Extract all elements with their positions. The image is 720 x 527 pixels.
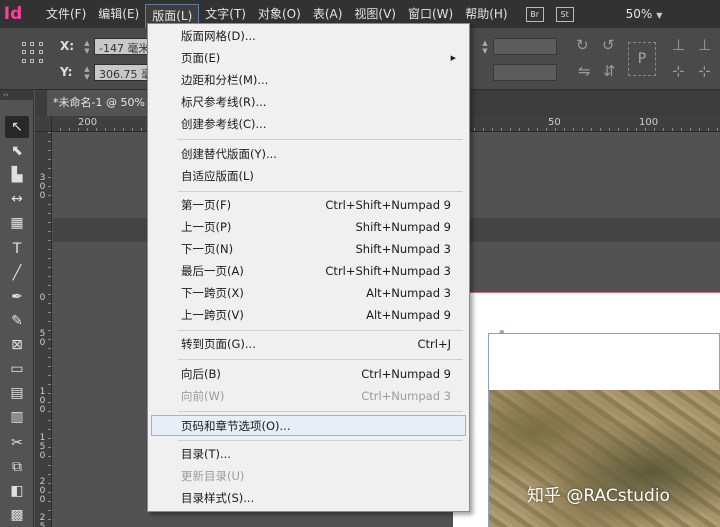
page-tool-icon[interactable]: ▙: [5, 164, 29, 186]
menu-item-ruler-guides[interactable]: 标尺参考线(R)...: [151, 92, 466, 113]
menu-item-go-to-page[interactable]: 转到页面(G)... Ctrl+J: [151, 334, 466, 355]
submenu-arrow-icon: ▶: [450, 54, 456, 62]
document-tab[interactable]: *未命名-1 @ 50%: [47, 90, 157, 116]
menu-item-first-page[interactable]: 第一页(F) Ctrl+Shift+Numpad 9: [151, 195, 466, 216]
menu-item-toc-styles[interactable]: 目录样式(S)...: [151, 488, 466, 509]
ruler-tick-label: 100: [39, 387, 46, 415]
align-center-icon[interactable]: ⊥: [698, 36, 711, 54]
menu-item-update-toc[interactable]: 更新目录(U): [151, 466, 466, 487]
collapse-icon[interactable]: ››: [0, 90, 34, 100]
line-tool-icon[interactable]: ╱: [5, 262, 29, 284]
menu-item-go-back[interactable]: 向后(B) Ctrl+Numpad 9: [151, 364, 466, 385]
zoom-value: 50%: [625, 7, 653, 21]
vertical-ruler[interactable]: 300 0 50 100 150 200 250: [35, 132, 52, 527]
reference-point-icon[interactable]: [22, 42, 44, 64]
direct-selection-tool-icon[interactable]: ⬉: [5, 140, 29, 162]
menu-item-next-spread[interactable]: 下一跨页(X) Alt+Numpad 3: [151, 283, 466, 304]
menu-item-layout-grid[interactable]: 版面网格(D)...: [151, 26, 466, 47]
menu-separator: [178, 330, 463, 331]
menu-separator: [178, 139, 463, 140]
menu-edit[interactable]: 编辑(E): [92, 0, 145, 28]
watermark: 知乎 @RACstudio: [527, 486, 670, 506]
type-tool-icon[interactable]: T: [5, 238, 29, 260]
ruler-tick-label: 100: [639, 117, 659, 128]
menu-item-liquid-layout[interactable]: 自适应版面(L): [151, 166, 466, 187]
ruler-tick-label: 200: [39, 477, 46, 505]
gradient-tool-icon[interactable]: ◧: [5, 480, 29, 502]
menu-item-margins-columns[interactable]: 边距和分栏(M)...: [151, 70, 466, 91]
link-icon[interactable]: ⚭: [498, 328, 514, 338]
tools-panel: ›› ↖ ⬉ ▙ ↔ ▦ T ╱ ✒ ✎ ⊠ ▭ ▤ ▥ ✂ ⧉ ◧ ▩: [0, 90, 34, 527]
ruler-tick-label: 50: [39, 329, 46, 348]
horizontal-grid-tool-icon[interactable]: ▤: [5, 382, 29, 404]
vertical-grid-tool-icon[interactable]: ▥: [5, 406, 29, 428]
indesign-logo: Id: [3, 4, 23, 24]
rotate-ccw-icon[interactable]: ↺: [602, 36, 615, 54]
ruler-tick-label: 200: [78, 117, 98, 128]
rectangle-frame-tool-icon[interactable]: ⊠: [5, 334, 29, 356]
stroke-weight-field[interactable]: [493, 38, 557, 55]
align-top-icon[interactable]: ⊥: [672, 36, 685, 54]
menu-item-go-forward[interactable]: 向前(W) Ctrl+Numpad 3: [151, 386, 466, 407]
pencil-tool-icon[interactable]: ✎: [5, 310, 29, 332]
ruler-tick-label: 50: [548, 117, 561, 128]
y-label: Y:: [60, 65, 73, 79]
menu-item-previous-page[interactable]: 上一页(P) Shift+Numpad 9: [151, 217, 466, 238]
stroke-stepper-icon[interactable]: ▲ ▼: [480, 39, 490, 55]
ruler-tick-label: 250: [39, 513, 46, 527]
menu-item-next-page[interactable]: 下一页(N) Shift+Numpad 3: [151, 239, 466, 260]
pen-tool-icon[interactable]: ✒: [5, 286, 29, 308]
ruler-corner[interactable]: [35, 116, 52, 132]
content-collector-icon[interactable]: ▦: [5, 212, 29, 234]
distribute-center-icon[interactable]: ⊹: [698, 62, 711, 80]
rotate-icon[interactable]: ↻: [576, 36, 589, 54]
rectangle-tool-icon[interactable]: ▭: [5, 358, 29, 380]
chevron-down-icon: ▼: [656, 11, 663, 20]
menu-item-pages[interactable]: 页面(E) ▶: [151, 48, 466, 69]
gradient-feather-tool-icon[interactable]: ▩: [5, 504, 29, 526]
flip-vertical-icon[interactable]: ⇵: [603, 62, 616, 80]
y-stepper-icon[interactable]: ▲ ▼: [82, 65, 92, 81]
bridge-button[interactable]: Br: [525, 6, 544, 22]
menu-file[interactable]: 文件(F): [40, 0, 92, 28]
placed-painting-image[interactable]: [489, 390, 720, 527]
flip-horizontal-icon[interactable]: ⇋: [578, 62, 591, 80]
selection-tool-icon[interactable]: ↖: [5, 116, 29, 138]
layout-menu-dropdown: 版面网格(D)... 页面(E) ▶ 边距和分栏(M)... 标尺参考线(R)..…: [147, 23, 470, 512]
free-transform-tool-icon[interactable]: ⧉: [5, 456, 29, 478]
ruler-tick-label: 0: [39, 293, 46, 303]
menu-item-table-of-contents[interactable]: 目录(T)...: [151, 444, 466, 465]
proxy-icon[interactable]: P: [628, 42, 656, 76]
stock-button[interactable]: St: [555, 6, 574, 22]
menu-separator: [178, 191, 463, 192]
y-position-field[interactable]: 306.75 毫: [94, 64, 154, 81]
scissors-tool-icon[interactable]: ✂: [5, 432, 29, 454]
menu-separator: [178, 440, 463, 441]
gap-tool-icon[interactable]: ↔: [5, 188, 29, 210]
menu-item-numbering-section-options[interactable]: 页码和章节选项(O)...: [151, 415, 466, 436]
menu-item-create-guides[interactable]: 创建参考线(C)...: [151, 114, 466, 135]
menu-item-previous-spread[interactable]: 上一跨页(V) Alt+Numpad 9: [151, 305, 466, 326]
ruler-tick-label: 150: [39, 433, 46, 461]
x-stepper-icon[interactable]: ▲ ▼: [82, 39, 92, 55]
menu-item-last-page[interactable]: 最后一页(A) Ctrl+Shift+Numpad 3: [151, 261, 466, 282]
zoom-level[interactable]: 50% ▼: [626, 7, 663, 21]
stroke-type-field[interactable]: [493, 64, 557, 81]
ruler-tick-label: 300: [39, 173, 46, 201]
distribute-icon[interactable]: ⊹: [672, 62, 685, 80]
x-label: X:: [60, 39, 75, 53]
x-position-field[interactable]: -147 毫米: [94, 38, 154, 55]
menu-item-create-alternate-layout[interactable]: 创建替代版面(Y)...: [151, 144, 466, 165]
menu-separator: [178, 359, 463, 360]
menu-separator: [178, 411, 463, 412]
